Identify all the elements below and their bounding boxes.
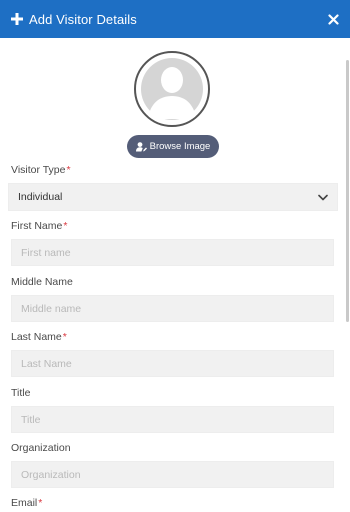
last-name-placeholder: Last Name xyxy=(21,357,72,370)
avatar xyxy=(134,51,210,127)
title-placeholder: Title xyxy=(21,413,41,426)
visitor-type-select[interactable]: Individual xyxy=(8,183,338,211)
plus-icon xyxy=(11,13,23,25)
email-label: Email* xyxy=(11,497,42,509)
last-name-input[interactable]: Last Name xyxy=(11,350,334,377)
close-icon xyxy=(327,13,339,25)
title-label-text: Title xyxy=(11,387,31,399)
organization-label: Organization xyxy=(11,442,71,454)
email-label-text: Email xyxy=(11,497,38,509)
organization-label-text: Organization xyxy=(11,442,71,454)
user-edit-icon xyxy=(135,141,147,151)
user-silhouette-icon xyxy=(138,55,206,123)
middle-name-label-text: Middle Name xyxy=(11,276,73,288)
required-marker: * xyxy=(62,331,67,343)
title-input[interactable]: Title xyxy=(11,406,334,433)
organization-input[interactable]: Organization xyxy=(11,461,334,488)
required-marker: * xyxy=(63,220,68,232)
organization-placeholder: Organization xyxy=(21,468,81,481)
modal-body: Browse Image Visitor Type* Individual Fi… xyxy=(0,38,344,512)
required-marker: * xyxy=(38,497,43,509)
close-button[interactable] xyxy=(324,10,342,28)
first-name-placeholder: First name xyxy=(21,246,71,259)
middle-name-placeholder: Middle name xyxy=(21,302,82,315)
modal-title: Add Visitor Details xyxy=(29,11,137,27)
first-name-label: First Name* xyxy=(11,220,67,232)
visitor-type-label-text: Visitor Type xyxy=(11,164,66,176)
modal-header: Add Visitor Details xyxy=(0,0,350,38)
browse-image-label: Browse Image xyxy=(149,141,211,152)
title-label: Title xyxy=(11,387,30,399)
required-marker: * xyxy=(66,164,71,176)
browse-image-button[interactable]: Browse Image xyxy=(127,135,219,158)
scrollbar-thumb[interactable] xyxy=(346,60,349,322)
visitor-type-label: Visitor Type* xyxy=(11,164,71,176)
last-name-label-text: Last Name xyxy=(11,331,62,343)
middle-name-label: Middle Name xyxy=(11,276,73,288)
last-name-label: Last Name* xyxy=(11,331,67,343)
middle-name-input[interactable]: Middle name xyxy=(11,295,334,322)
first-name-input[interactable]: First name xyxy=(11,239,334,266)
visitor-type-value: Individual xyxy=(18,191,63,203)
chevron-down-icon xyxy=(318,194,328,200)
first-name-label-text: First Name xyxy=(11,220,63,232)
